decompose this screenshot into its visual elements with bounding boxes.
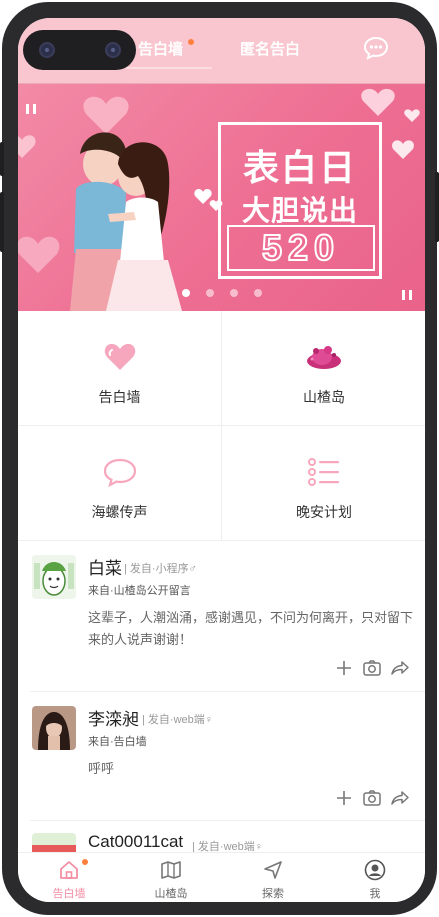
feature-goodnight-plan[interactable]: 晚安计划 [222, 426, 425, 541]
feature-confession-wall[interactable]: 告白墙 [18, 311, 222, 426]
message-icon[interactable] [363, 35, 389, 61]
post-author[interactable]: 白菜 [88, 554, 122, 579]
tab-confession-wall[interactable]: 告白墙 [138, 38, 183, 59]
map-icon [161, 861, 181, 879]
nav-label: 告白墙 [52, 888, 86, 900]
volume-down-button [0, 192, 4, 252]
nav-label: 山楂岛 [154, 888, 188, 900]
feature-label: 晚安计划 [296, 504, 352, 520]
active-tab-indicator [126, 67, 212, 69]
banner-number: 520 [227, 225, 375, 271]
volume-up-button [0, 142, 4, 176]
carousel-indicator [178, 289, 268, 299]
post-source: | 发自·web端♀ [142, 714, 214, 726]
post-origin: 来自·山楂岛公开留言 [88, 585, 191, 597]
post-actions [334, 658, 414, 678]
avatar[interactable] [32, 555, 76, 599]
add-icon[interactable] [334, 788, 354, 808]
camera-lens-icon [39, 42, 55, 58]
nav-confession-wall[interactable]: 告白墙 [18, 853, 120, 902]
post-author[interactable]: 李滦昶 [88, 705, 139, 730]
post-body: 这辈子，人潮汹涌，感谢遇见，不问为何离开，只对留下来的人说声谢谢！ [88, 610, 414, 647]
post-card[interactable]: Cat00011cat | 发自·web端♀ [18, 821, 425, 852]
avatar[interactable] [32, 706, 76, 750]
avatar-image [32, 555, 76, 599]
carousel-dot-active[interactable] [182, 289, 190, 297]
post-card[interactable]: 李滦昶 | 发自·web端♀ 来自·告白墙 呼呼 [18, 692, 425, 820]
nav-hawthorn-island[interactable]: 山楂岛 [120, 853, 222, 902]
banner-subtitle: 大胆说出 [241, 195, 358, 226]
app-screen: 告白墙 匿名告白 表白日 大胆说出 520 告白墙 山楂岛 海螺传声 晚安计划 … [18, 18, 425, 902]
carousel-dot[interactable] [206, 289, 214, 297]
power-button [435, 172, 439, 242]
nav-notification-dot [82, 859, 88, 865]
feature-conch-message[interactable]: 海螺传声 [18, 426, 222, 541]
camera-lens-icon [105, 42, 121, 58]
phone-frame: 告白墙 匿名告白 表白日 大胆说出 520 告白墙 山楂岛 海螺传声 晚安计划 … [0, 2, 439, 915]
feature-grid: 告白墙 山楂岛 海螺传声 晚安计划 [18, 311, 425, 541]
tab-notification-dot [188, 39, 194, 45]
feature-hawthorn-island[interactable]: 山楂岛 [222, 311, 425, 426]
add-icon[interactable] [334, 658, 354, 678]
banner-text-frame: 表白日 大胆说出 520 [218, 122, 382, 279]
feature-label: 海螺传声 [91, 504, 148, 520]
post-actions [334, 788, 414, 808]
banner-title: 表白日 [242, 147, 357, 188]
camera-icon[interactable] [362, 788, 382, 808]
list-icon [308, 458, 339, 486]
home-icon [60, 861, 78, 879]
tab-anonymous-confession[interactable]: 匿名告白 [240, 38, 300, 59]
nav-label: 探索 [262, 888, 284, 900]
share-icon[interactable] [390, 788, 410, 808]
share-icon[interactable] [390, 658, 410, 678]
camera-icon[interactable] [362, 658, 382, 678]
chat-bubble-icon [103, 458, 137, 488]
avatar[interactable] [32, 833, 76, 852]
nav-explore[interactable]: 探索 [222, 853, 324, 902]
avatar-image [32, 833, 76, 852]
post-author[interactable]: Cat00011cat [88, 832, 183, 852]
carousel-dot[interactable] [230, 289, 238, 297]
post-body: 呼呼 [88, 761, 115, 776]
post-origin: 来自·告白墙 [88, 736, 147, 748]
user-icon [364, 859, 386, 881]
carousel-dot[interactable] [254, 289, 262, 297]
camera-notch [23, 30, 136, 70]
post-card[interactable]: 白菜 | 发自·小程序♂ 来自·山楂岛公开留言 这辈子，人潮汹涌，感谢遇见，不问… [18, 541, 425, 691]
post-source: | 发自·web端♀ [192, 841, 264, 852]
bottom-navigation: 告白墙 山楂岛 探索 我 [18, 852, 425, 902]
island-icon [307, 346, 341, 369]
feature-label: 山楂岛 [303, 389, 345, 405]
promo-banner[interactable]: 表白日 大胆说出 520 [18, 84, 425, 311]
avatar-image [32, 706, 76, 750]
nav-label: 我 [369, 888, 381, 900]
nav-me[interactable]: 我 [324, 853, 425, 902]
post-source: | 发自·小程序♂ [124, 563, 197, 575]
feature-label: 告白墙 [98, 389, 141, 405]
heart-icon [104, 343, 136, 370]
send-icon [264, 861, 282, 879]
